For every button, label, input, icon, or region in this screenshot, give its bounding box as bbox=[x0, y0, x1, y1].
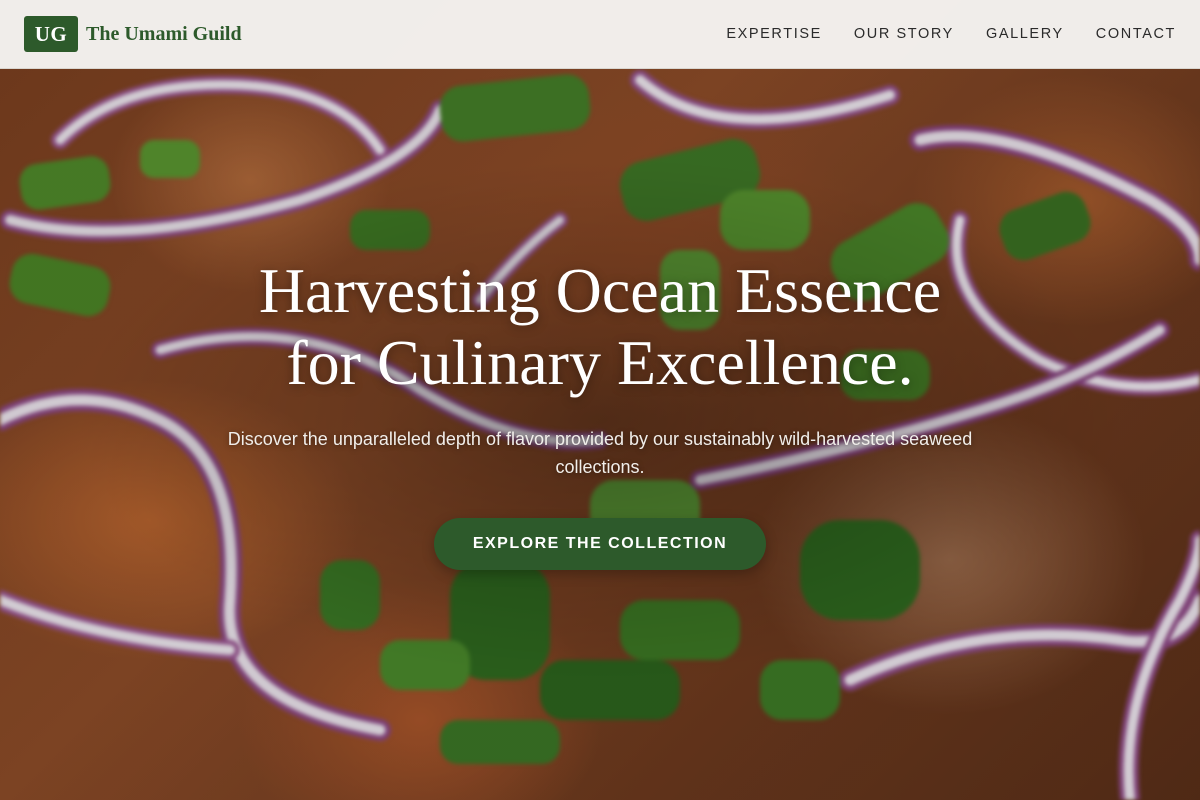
brand-name: The Umami Guild bbox=[86, 22, 242, 45]
nav-link-gallery[interactable]: GALLERY bbox=[986, 26, 1064, 42]
hero-content: Harvesting Ocean Essence for Culinary Ex… bbox=[0, 255, 1200, 570]
hero-title: Harvesting Ocean Essence for Culinary Ex… bbox=[0, 255, 1200, 399]
site-header: UG The Umami Guild EXPERTISE OUR STORY G… bbox=[0, 0, 1200, 69]
nav-link-expertise[interactable]: EXPERTISE bbox=[726, 26, 822, 42]
nav-link-contact[interactable]: CONTACT bbox=[1096, 26, 1176, 42]
hero-subtitle: Discover the unparalleled depth of flavo… bbox=[227, 429, 973, 477]
hero-title-line-1: Harvesting Ocean Essence bbox=[258, 255, 942, 326]
main-nav: EXPERTISE OUR STORY GALLERY CONTACT bbox=[694, 26, 1176, 42]
explore-collection-button[interactable]: EXPLORE THE COLLECTION bbox=[434, 518, 766, 570]
hero-title-line-2: for Culinary Excellence. bbox=[286, 327, 914, 398]
nav-link-our-story[interactable]: OUR STORY bbox=[854, 26, 954, 42]
logo-badge: UG bbox=[24, 16, 78, 52]
brand-home-link[interactable]: UG The Umami Guild bbox=[24, 16, 242, 52]
